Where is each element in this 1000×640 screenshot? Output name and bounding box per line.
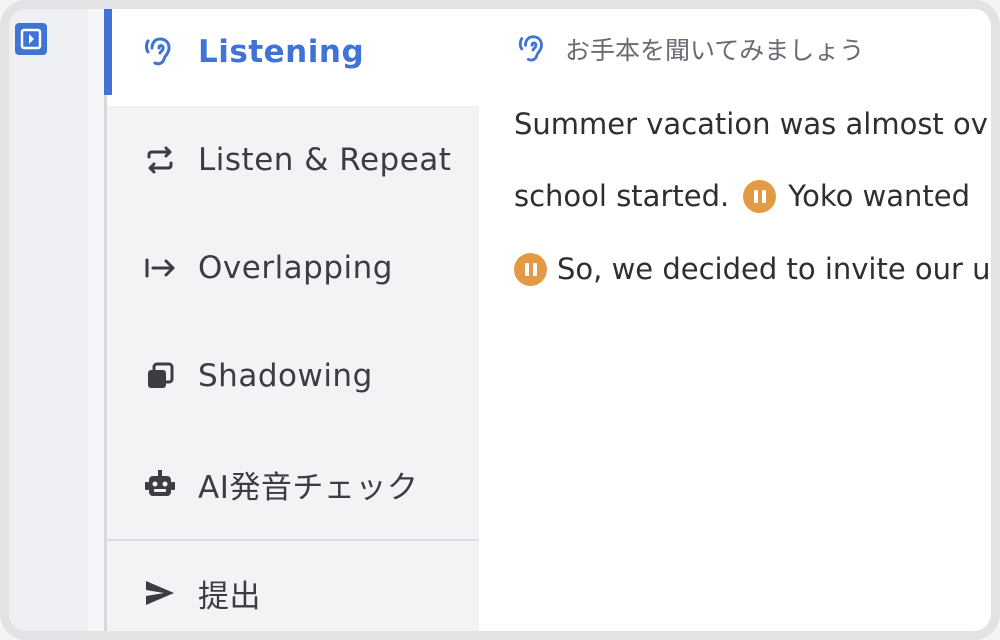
sidebar: Listening Listen & Repeat Overlapping Sh…	[104, 9, 479, 631]
transcript-line: school started. Yoko wanted	[514, 179, 970, 213]
sidebar-item-listen-repeat[interactable]: Listen & Repeat	[107, 106, 479, 214]
transcript-line: Summer vacation was almost ov	[514, 107, 988, 141]
app-frame: Listening Listen & Repeat Overlapping Sh…	[0, 0, 1000, 640]
sidebar-item-label: 提出	[198, 578, 261, 615]
transcript-text: So, we decided to invite our ur	[557, 252, 1000, 286]
send-icon	[142, 575, 178, 611]
content-header-text: お手本を聞いてみましょう	[565, 36, 865, 65]
pause-icon[interactable]	[743, 179, 777, 213]
rail-spacer	[88, 9, 104, 631]
sidebar-item-ai-check[interactable]: AI発音チェック	[107, 430, 479, 538]
sidebar-item-label: AI発音チェック	[198, 469, 419, 506]
content-header: お手本を聞いてみましょう	[517, 31, 864, 67]
transcript-text: Summer vacation was almost ov	[514, 107, 988, 141]
sidebar-toggle-icon[interactable]	[15, 23, 47, 55]
active-indicator	[104, 9, 112, 95]
content-panel: お手本を聞いてみましょう Summer vacation was almost …	[479, 9, 1000, 631]
transcript-line: So, we decided to invite our ur	[514, 252, 1000, 286]
sidebar-item-listening[interactable]: Listening	[104, 9, 479, 106]
sidebar-item-label: Overlapping	[198, 250, 393, 286]
sidebar-item-submit[interactable]: 提出	[107, 539, 479, 631]
sidebar-item-label: Shadowing	[198, 358, 373, 394]
robot-icon	[142, 466, 178, 502]
transcript-text: school started.	[514, 179, 730, 213]
ear-icon	[517, 32, 551, 66]
sidebar-item-label: Listen & Repeat	[198, 142, 452, 178]
repeat-icon	[142, 142, 178, 178]
left-rail	[9, 9, 88, 631]
ear-icon	[142, 34, 178, 70]
arrow-right-bar-icon	[142, 250, 178, 286]
pause-icon[interactable]	[514, 252, 547, 286]
transcript-text: Yoko wanted	[788, 179, 971, 213]
sidebar-item-overlapping[interactable]: Overlapping	[107, 214, 479, 322]
copy-icon	[142, 358, 178, 394]
sidebar-item-label: Listening	[198, 34, 365, 70]
sidebar-item-shadowing[interactable]: Shadowing	[107, 322, 479, 430]
